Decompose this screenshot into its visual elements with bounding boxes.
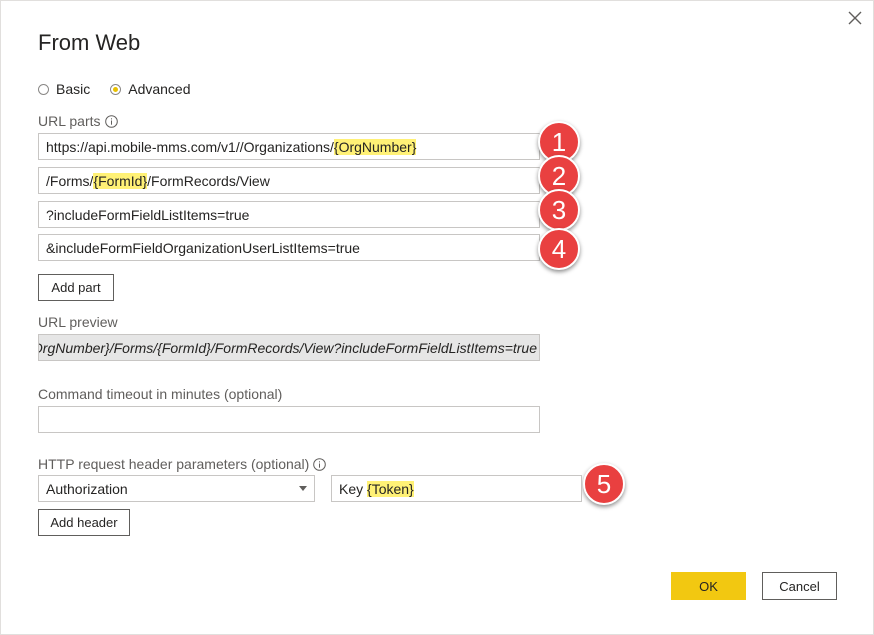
url-part-input-1[interactable]: https://api.mobile-mms.com/v1//Organizat… xyxy=(38,133,540,160)
header-name-dropdown[interactable]: Authorization xyxy=(38,475,315,502)
url-part-3-text: ?includeFormFieldListItems=true xyxy=(46,206,250,223)
info-icon[interactable] xyxy=(104,114,118,128)
url-preview-text: https://api.mobile-mms.com/v1//Organizat… xyxy=(39,339,537,356)
from-web-dialog: From Web Basic Advanced URL parts https:… xyxy=(0,0,874,635)
url-part-input-2[interactable]: /Forms/{FormId}/FormRecords/View xyxy=(38,167,540,194)
url-part-1-highlight: {OrgNumber} xyxy=(333,138,417,155)
url-part-4-text: &includeFormFieldOrganizationUserListIte… xyxy=(46,239,360,256)
info-icon[interactable] xyxy=(313,457,327,471)
close-icon[interactable] xyxy=(844,7,866,29)
mode-radio-group: Basic Advanced xyxy=(38,81,211,97)
url-part-input-3[interactable]: ?includeFormFieldListItems=true xyxy=(38,201,540,228)
chevron-down-icon xyxy=(299,486,307,491)
dialog-title: From Web xyxy=(38,30,141,55)
radio-basic-circle[interactable] xyxy=(38,83,49,95)
url-parts-label-text: URL parts xyxy=(38,113,101,129)
url-part-2-after: /FormRecords/View xyxy=(147,172,270,189)
add-header-button[interactable]: Add header xyxy=(38,509,130,536)
url-parts-label: URL parts xyxy=(38,113,118,129)
url-part-2-text: /Forms/ xyxy=(46,172,94,189)
command-timeout-label: Command timeout in minutes (optional) xyxy=(38,386,283,402)
url-preview-field: https://api.mobile-mms.com/v1//Organizat… xyxy=(38,334,540,361)
radio-basic[interactable]: Basic xyxy=(38,81,90,97)
callout-badge-3: 3 xyxy=(538,189,580,231)
radio-advanced[interactable]: Advanced xyxy=(110,81,191,97)
callout-badge-5: 5 xyxy=(583,463,625,505)
callout-badge-4: 4 xyxy=(538,228,580,270)
http-headers-label: HTTP request header parameters (optional… xyxy=(38,456,327,472)
radio-basic-label: Basic xyxy=(56,81,91,97)
http-headers-label-text: HTTP request header parameters (optional… xyxy=(38,456,310,472)
url-part-input-4[interactable]: &includeFormFieldOrganizationUserListIte… xyxy=(38,234,540,261)
ok-button[interactable]: OK xyxy=(671,572,746,600)
header-name-value: Authorization xyxy=(46,480,128,497)
url-part-2-highlight: {FormId} xyxy=(93,172,148,189)
cancel-button[interactable]: Cancel xyxy=(762,572,837,600)
url-part-1-text: https://api.mobile-mms.com/v1//Organizat… xyxy=(46,138,334,155)
url-preview-label: URL preview xyxy=(38,314,118,330)
header-value-prefix: Key xyxy=(339,480,368,497)
add-part-button[interactable]: Add part xyxy=(38,274,114,301)
radio-advanced-circle[interactable] xyxy=(110,83,122,95)
header-value-highlight: {Token} xyxy=(367,480,414,497)
radio-advanced-label: Advanced xyxy=(128,81,191,97)
command-timeout-input[interactable] xyxy=(38,406,540,433)
header-value-input[interactable]: Key {Token} xyxy=(331,475,582,502)
